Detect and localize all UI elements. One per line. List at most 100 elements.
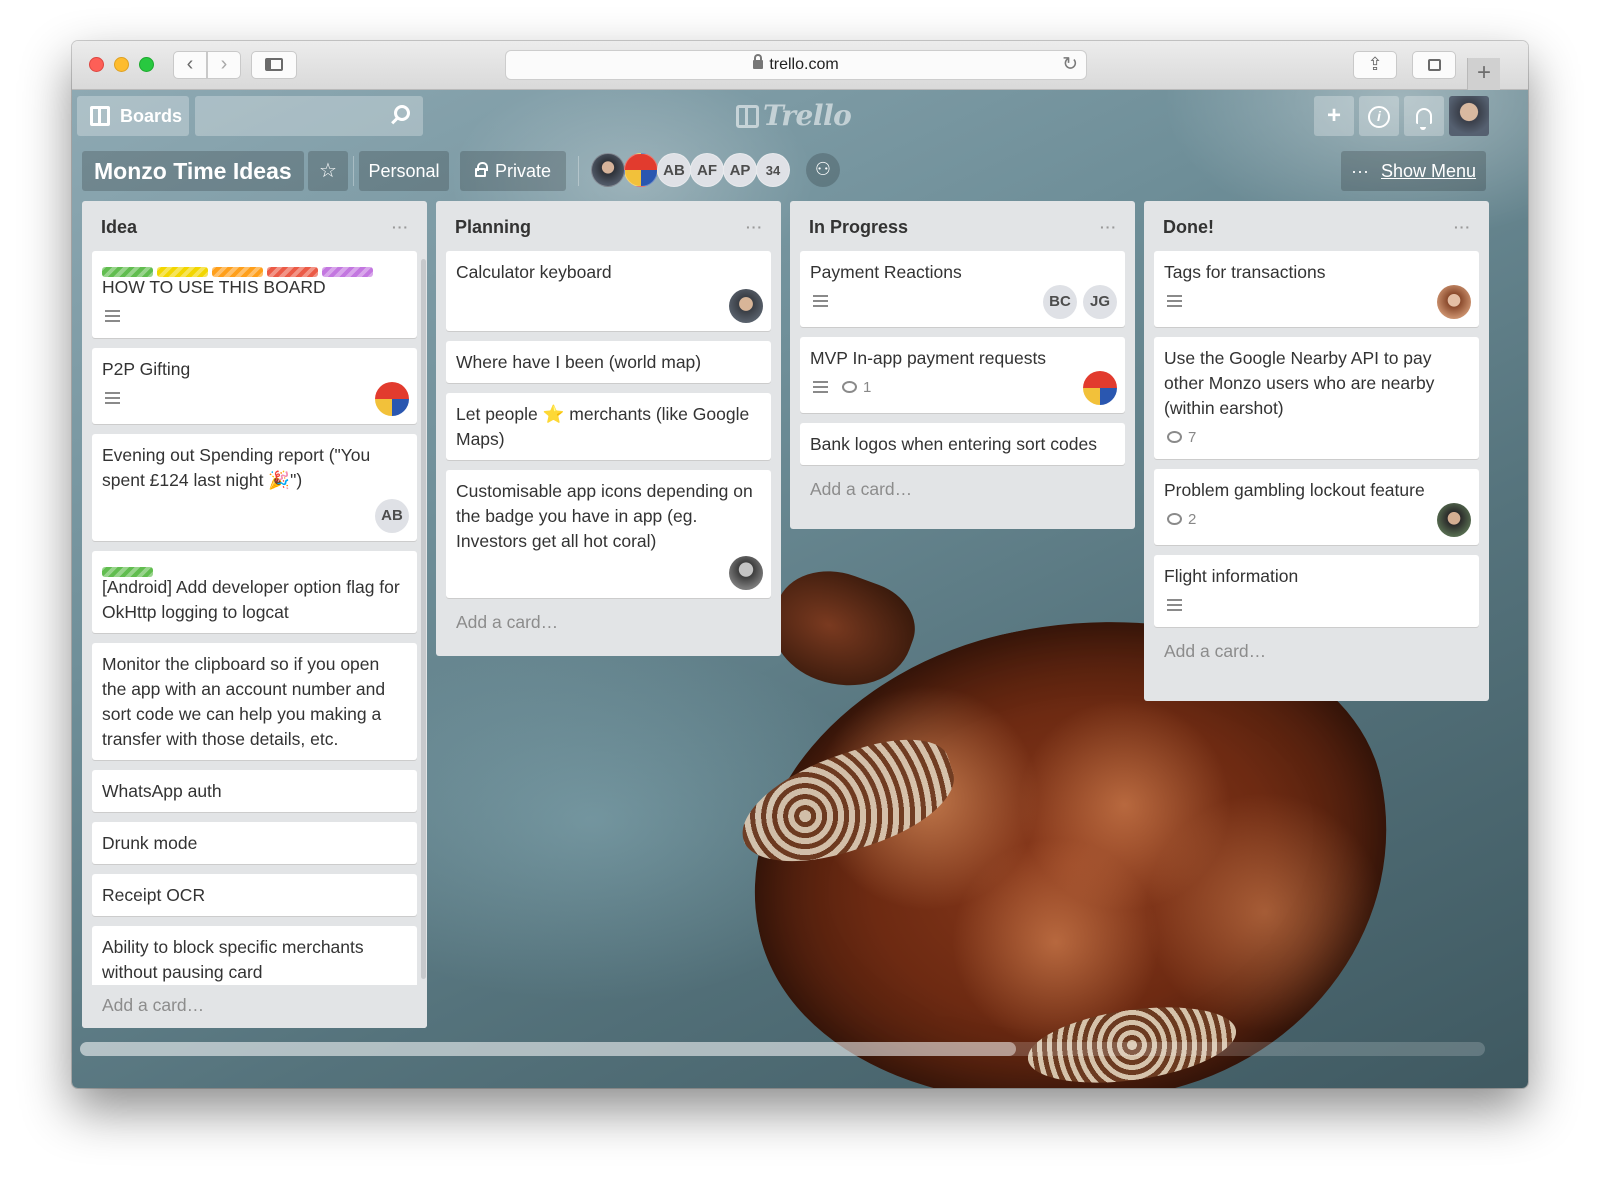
board-title[interactable]: Monzo Time Ideas [82,151,304,191]
list-title[interactable]: Done! [1163,217,1214,237]
list-scrollbar[interactable] [421,259,426,979]
card-title: HOW TO USE THIS BOARD [102,277,326,297]
list-title[interactable]: Planning [455,217,531,237]
description-icon [105,392,120,404]
card[interactable]: WhatsApp auth [92,770,417,812]
card[interactable]: Receipt OCR [92,874,417,916]
card[interactable]: P2P Gifting [92,348,417,424]
card-member-avatar[interactable] [1083,371,1117,405]
star-board-button[interactable]: ☆ [308,151,348,191]
list-title[interactable]: In Progress [809,217,908,237]
boards-button[interactable]: Boards [77,96,189,136]
card[interactable]: [Android] Add developer option flag for … [92,551,417,633]
list-header[interactable]: In Progress ··· [790,201,1135,251]
list-menu-icon[interactable]: ··· [392,201,409,253]
fullscreen-window-button[interactable] [139,57,154,72]
user-avatar[interactable] [1449,96,1489,136]
comment-icon [842,381,857,393]
sidebar-toggle-button[interactable] [251,51,297,79]
list-menu-icon[interactable]: ··· [1454,201,1471,253]
info-button[interactable]: i [1359,96,1399,136]
card-member-avatar[interactable] [1437,503,1471,537]
new-tab-button[interactable]: + [1467,58,1500,90]
card-title: Monitor the clipboard so if you open the… [102,654,386,749]
trello-logo[interactable]: Trello [736,99,852,132]
add-member-button[interactable]: ⚇ [806,153,840,187]
card-member-avatar[interactable] [729,289,763,323]
card[interactable]: Where have I been (world map) [446,341,771,383]
show-menu-button[interactable]: ··· Show Menu [1341,151,1487,191]
team-button[interactable]: Personal [359,151,449,191]
add-card-button[interactable]: Add a card… [436,608,781,645]
add-card-button[interactable]: Add a card… [82,985,427,1028]
card-member-avatar[interactable] [375,382,409,416]
add-card-button[interactable]: Add a card… [790,475,1135,512]
card[interactable]: Bank logos when entering sort codes [800,423,1125,465]
list-header[interactable]: Planning ··· [436,201,781,251]
minimize-window-button[interactable] [114,57,129,72]
list-menu-icon[interactable]: ··· [1100,201,1117,253]
card-badges: 1 [810,375,1115,405]
description-icon [813,381,828,393]
card-member-avatar[interactable]: AB [375,499,409,533]
close-window-button[interactable] [89,57,104,72]
scrollbar-thumb[interactable] [80,1042,1016,1056]
reload-icon[interactable]: ↻ [1062,51,1078,79]
card[interactable]: Let people ⭐️ merchants (like Google Map… [446,393,771,460]
url-text: trello.com [769,56,839,73]
list-header[interactable]: Done! ··· [1144,201,1489,251]
boards-label: Boards [120,106,183,126]
card[interactable]: Tags for transactions [1154,251,1479,327]
forward-button[interactable]: › [207,51,241,79]
card[interactable]: MVP In-app payment requests 1 [800,337,1125,413]
member-avatar[interactable] [591,153,625,187]
card[interactable]: Calculator keyboard [446,251,771,331]
card-labels [102,259,407,277]
card-badges: 2 [1164,507,1469,537]
trello-logo-icon [736,105,759,128]
address-bar[interactable]: trello.com ↻ [505,50,1087,80]
board-horizontal-scrollbar[interactable] [80,1042,1485,1056]
list-title[interactable]: Idea [101,217,137,237]
card[interactable]: Problem gambling lockout feature 2 [1154,469,1479,545]
notifications-button[interactable] [1404,96,1444,136]
card[interactable]: Monitor the clipboard so if you open the… [92,643,417,760]
card-member-avatar[interactable]: BC [1043,285,1077,319]
search-input[interactable] [195,96,423,136]
card-badges [102,386,407,416]
visibility-label: Private [494,161,552,181]
create-button[interactable]: + [1314,96,1354,136]
card[interactable]: HOW TO USE THIS BOARD [92,251,417,338]
visibility-button[interactable]: Private [460,151,566,191]
card-title: P2P Gifting [102,359,191,379]
back-button[interactable]: ‹ [173,51,207,79]
member-count-badge[interactable]: 34 [756,153,790,187]
comment-count: 1 [863,379,872,396]
card-member-avatar[interactable]: JG [1083,285,1117,319]
tabs-icon [1427,59,1441,71]
card[interactable]: Payment Reactions BC JG [800,251,1125,327]
plus-icon: + [1326,102,1341,129]
list-menu-icon[interactable]: ··· [746,201,763,253]
tab-overview-button[interactable] [1412,51,1456,79]
member-avatar[interactable] [624,153,658,187]
card[interactable]: Drunk mode [92,822,417,864]
list-planning: Planning ··· Calculator keyboard Where h… [436,201,781,656]
add-card-button[interactable]: Add a card… [1144,637,1489,674]
member-avatar[interactable]: AP [723,153,757,187]
board-icon [90,106,110,126]
card[interactable]: Ability to block specific merchants with… [92,926,417,993]
card[interactable]: Flight information [1154,555,1479,627]
member-avatar[interactable]: AB [657,153,691,187]
description-icon [1167,599,1182,611]
list-header[interactable]: Idea ··· [82,201,427,251]
card[interactable]: Customisable app icons depending on the … [446,470,771,598]
share-button[interactable]: ⇪ [1353,51,1397,79]
card-member-avatar[interactable] [1437,285,1471,319]
search-icon [394,105,410,121]
card[interactable]: Use the Google Nearby API to pay other M… [1154,337,1479,459]
card-member-avatar[interactable] [729,556,763,590]
show-menu-label: Show Menu [1380,161,1477,181]
member-avatar[interactable]: AF [690,153,724,187]
card[interactable]: Evening out Spending report ("You spent … [92,434,417,541]
